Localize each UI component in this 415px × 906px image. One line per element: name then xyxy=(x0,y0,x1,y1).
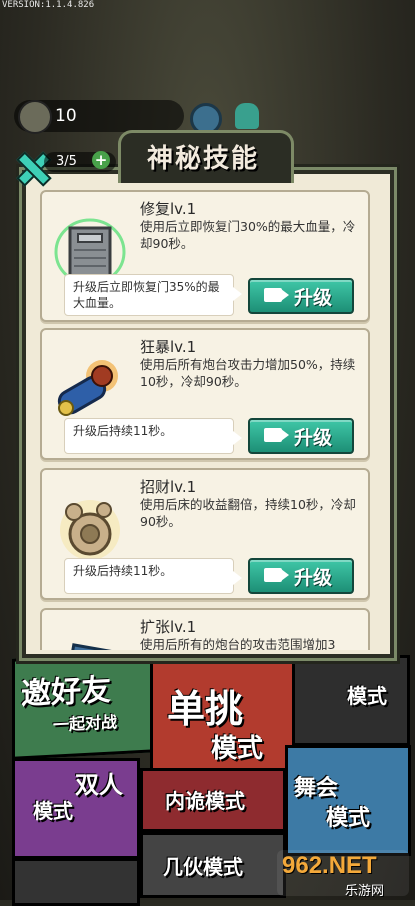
single-label: 单挑 xyxy=(167,687,244,731)
invite-friends-tile[interactable]: 邀好友 一起对战 xyxy=(12,651,156,760)
invite-sub-label: 一起对战 xyxy=(53,712,118,735)
ghost-mode-label: 模式 xyxy=(347,684,387,708)
upgrade-button[interactable]: 升级 xyxy=(248,558,354,594)
upgrade-label: 升级 xyxy=(294,287,333,309)
coin-bag-icon xyxy=(60,500,120,560)
single-mode-tile[interactable]: 单挑 模式 xyxy=(150,655,296,771)
cannon-icon xyxy=(57,360,118,416)
upgrade-button[interactable]: 升级 xyxy=(248,418,354,454)
watermark-sub: 乐游网 xyxy=(345,884,385,899)
video-ad-icon xyxy=(264,288,289,302)
expand-icon xyxy=(65,643,115,650)
duo-label: 双人 xyxy=(75,771,123,799)
dialog-title: 神秘技能 xyxy=(146,144,259,174)
upgrade-note: 升级后立即恢复门35%的最大血量。 xyxy=(64,274,242,316)
skill-name: 狂暴lv.1 xyxy=(140,338,197,356)
coin-icon xyxy=(18,100,52,134)
who-mode-label: 几伙模式 xyxy=(163,855,243,879)
upgrade-label: 升级 xyxy=(294,567,333,589)
inner-mode-tile[interactable]: 内诡模式 xyxy=(140,768,286,832)
bell-icon[interactable] xyxy=(235,103,259,129)
add-skill-button[interactable]: + xyxy=(92,151,110,169)
duo-sub-label: 模式 xyxy=(33,799,73,823)
watermark-logo: 962.NET xyxy=(282,852,377,879)
skill-name: 招财lv.1 xyxy=(140,478,197,496)
version-label: VERSION:1.1.4.826 xyxy=(2,0,95,10)
skill-list[interactable]: 修复lv.1 使用后立即恢复门30%的最大血量，冷却90秒。 升级后立即恢复门3… xyxy=(32,182,376,650)
skill-description: 使用后立即恢复门30%的最大血量，冷却90秒。 xyxy=(140,219,356,251)
skill-card: 招财lv.1 使用后床的收益翻倍，持续10秒，冷却90秒。 升级后持续11秒。 … xyxy=(40,468,370,600)
duo-mode-tile[interactable]: 双人 模式 xyxy=(12,758,140,859)
skill-count-pill: 3/5 + xyxy=(44,151,116,172)
skill-card: 狂暴lv.1 使用后所有炮台攻击力增加50%，持续10秒，冷却90秒。 升级后持… xyxy=(40,328,370,460)
dance-mode-tile[interactable]: 舞会 模式 xyxy=(285,745,411,856)
dance-sub-label: 模式 xyxy=(326,806,371,831)
who-mode-tile[interactable]: 几伙模式 xyxy=(140,832,286,898)
skill-card: 修复lv.1 使用后立即恢复门30%的最大血量，冷却90秒。 升级后立即恢复门3… xyxy=(40,190,370,322)
skill-name: 扩张lv.1 xyxy=(140,618,197,636)
skill-description: 使用后床的收益翻倍，持续10秒，冷却90秒。 xyxy=(140,497,356,529)
skill-count: 3/5 xyxy=(56,154,77,169)
upgrade-label: 升级 xyxy=(294,427,333,449)
video-ad-icon xyxy=(264,428,289,442)
ghost-mode-tile[interactable]: 模式 xyxy=(292,655,410,746)
skill-name: 修复lv.1 xyxy=(140,200,197,218)
invite-label: 邀好友 xyxy=(21,672,111,713)
upgrade-button[interactable]: 升级 xyxy=(248,278,354,314)
bottom-left-tile[interactable] xyxy=(12,858,140,906)
inner-mode-label: 内诡模式 xyxy=(165,789,245,813)
skill-description: 使用后所有的炮台的攻击范围增加3 xyxy=(140,637,336,650)
upgrade-note: 升级后持续11秒。 xyxy=(64,418,242,454)
upgrade-note: 升级后持续11秒。 xyxy=(64,558,242,594)
close-icon[interactable] xyxy=(14,150,48,184)
coin-count: 10 xyxy=(55,106,77,126)
skill-card: 扩张lv.1 使用后所有的炮台的攻击范围增加3 xyxy=(40,608,370,650)
video-ad-icon xyxy=(264,568,289,582)
dance-label: 舞会 xyxy=(294,776,339,801)
single-sub-label: 模式 xyxy=(211,734,264,764)
skill-description: 使用后所有炮台攻击力增加50%，持续10秒，冷却90秒。 xyxy=(140,357,356,389)
